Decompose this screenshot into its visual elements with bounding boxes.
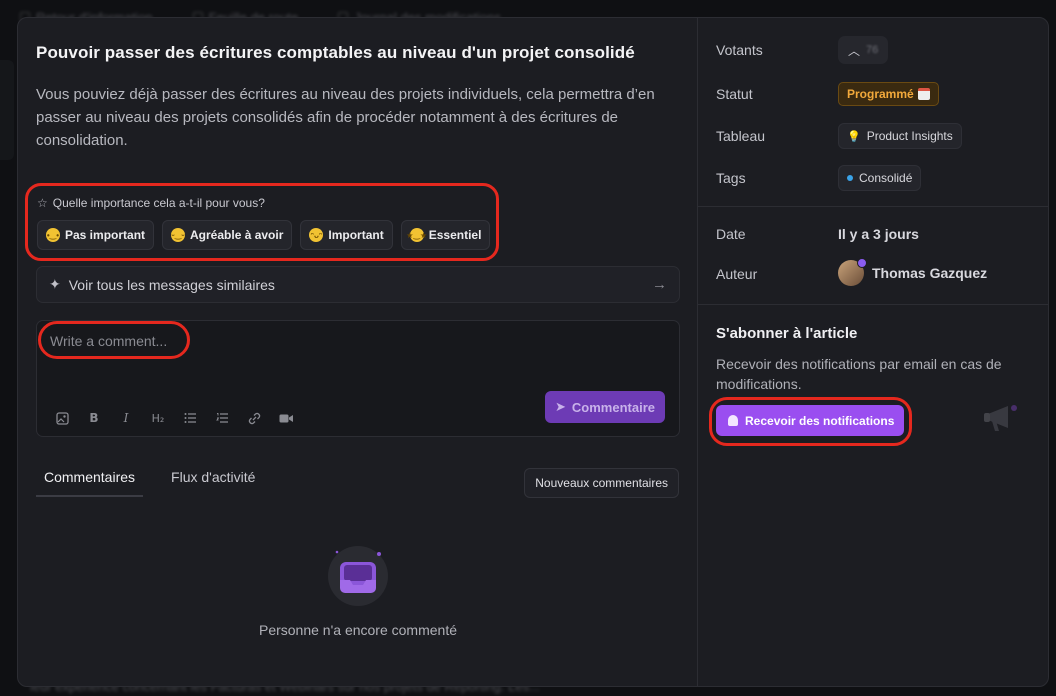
- lightbulb-icon: 💡: [847, 130, 861, 143]
- subscribe-title: S'abonner à l'article: [716, 325, 858, 342]
- vote-count: 76: [866, 44, 879, 56]
- send-icon: ➤: [555, 399, 566, 414]
- comment-input[interactable]: Write a comment...: [50, 333, 167, 349]
- importance-essential-button[interactable]: ★‿★ Essentiel: [400, 220, 491, 250]
- status-label: Statut: [716, 86, 753, 102]
- sparkles-icon: ✦: [49, 276, 61, 292]
- star-struck-icon: ★‿★: [406, 228, 427, 242]
- smiling-face-icon: ᵔᴗᵔ: [309, 228, 324, 242]
- status-badge[interactable]: Programmé: [838, 82, 939, 106]
- background-panel: [0, 60, 14, 160]
- bold-icon[interactable]: B: [85, 409, 103, 427]
- tab-activity[interactable]: Flux d'activité: [163, 466, 263, 497]
- board-chip[interactable]: 💡 Product Insights: [838, 123, 962, 149]
- votes-value: ︿ 76: [838, 36, 889, 64]
- star-icon: ☆: [37, 196, 48, 210]
- subscribe-notifications-button[interactable]: Recevoir des notifications: [716, 405, 905, 436]
- tab-comments[interactable]: Commentaires: [36, 466, 144, 497]
- tag-chip[interactable]: Consolidé: [838, 165, 922, 191]
- importance-options: •‿• Pas important ᵕ‿ᵕ Agréable à avoir ᵔᴗᵔ…: [37, 220, 491, 250]
- heading-icon[interactable]: H₂: [149, 409, 167, 427]
- author-label: Auteur: [716, 266, 758, 282]
- divider: [698, 206, 1048, 207]
- upvote-button[interactable]: ︿ 76: [838, 36, 889, 64]
- date-value: Il y a 3 jours: [838, 226, 919, 242]
- bullet-list-icon[interactable]: [181, 409, 199, 427]
- post-modal: Pouvoir passer des écritures comptables …: [17, 17, 1049, 687]
- tag-dot-icon: [847, 175, 853, 181]
- image-icon[interactable]: [53, 409, 71, 427]
- similar-posts-link[interactable]: ✦ Voir tous les messages similaires →: [36, 266, 680, 303]
- numbered-list-icon[interactable]: [213, 409, 231, 427]
- comment-tabs: Commentaires Flux d'activité: [36, 466, 263, 497]
- board-value: 💡 Product Insights: [838, 123, 962, 149]
- editor-toolbar: B I H₂: [53, 409, 295, 427]
- importance-nice-to-have-button[interactable]: ᵕ‿ᵕ Agréable à avoir: [162, 220, 293, 250]
- post-sidebar: Votants ︿ 76 Statut Programmé Tableau 💡 …: [698, 18, 1048, 686]
- relieved-face-icon: ᵕ‿ᵕ: [171, 228, 186, 242]
- importance-question: ☆ Quelle importance cela a-t-il pour vou…: [37, 196, 265, 210]
- tags-value: Consolidé: [838, 165, 922, 191]
- status-value: Programmé: [838, 82, 939, 106]
- italic-icon[interactable]: I: [117, 409, 135, 427]
- post-main: Pouvoir passer des écritures comptables …: [18, 18, 698, 686]
- calendar-icon: [917, 88, 930, 100]
- votes-label: Votants: [716, 42, 763, 58]
- empty-comments-text: Personne n'a encore commenté: [258, 622, 457, 638]
- author-value: Thomas Gazquez: [838, 258, 987, 286]
- arrow-right-icon: →: [652, 276, 667, 293]
- megaphone-icon: [984, 405, 1017, 431]
- chevron-up-icon: ︿: [848, 43, 861, 58]
- post-description: Vous pouviez déjà passer des écritures a…: [36, 86, 655, 149]
- empty-inbox-icon: [328, 546, 388, 606]
- avatar: [838, 258, 867, 286]
- date-label: Date: [716, 226, 746, 242]
- tags-label: Tags: [716, 170, 746, 186]
- subscribe-description: Recevoir des notifications par email en …: [716, 356, 1002, 392]
- bell-icon: [728, 415, 738, 426]
- sort-comments-button[interactable]: Nouveaux commentaires: [524, 468, 679, 498]
- submit-comment-button[interactable]: ➤ Commentaire: [545, 391, 665, 423]
- neutral-face-icon: •‿•: [46, 228, 60, 242]
- post-title: Pouvoir passer des écritures comptables …: [36, 43, 635, 62]
- video-icon[interactable]: [277, 409, 295, 427]
- importance-not-important-button[interactable]: •‿• Pas important: [37, 220, 155, 250]
- link-icon[interactable]: [245, 409, 263, 427]
- author[interactable]: Thomas Gazquez: [838, 258, 987, 286]
- comment-editor[interactable]: Write a comment... ➤ Commentaire B I H₂: [36, 320, 680, 437]
- board-label: Tableau: [716, 128, 766, 144]
- importance-important-button[interactable]: ᵔᴗᵔ Important: [300, 220, 393, 250]
- verified-badge-icon: [857, 258, 867, 268]
- divider: [698, 304, 1048, 305]
